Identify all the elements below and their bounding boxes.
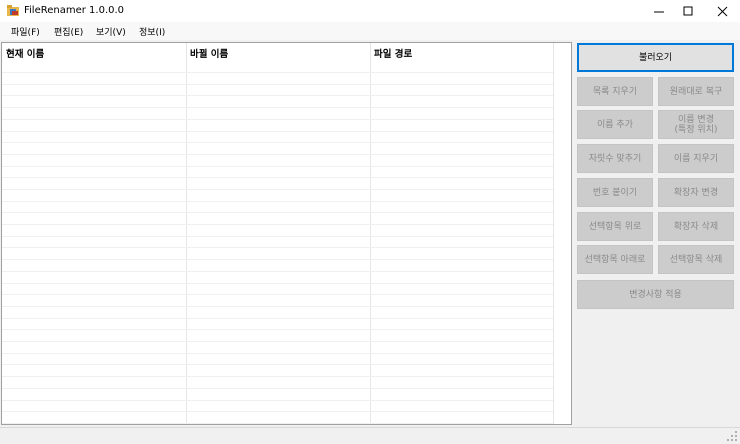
row-gridline	[2, 154, 553, 155]
row-gridline	[2, 318, 553, 319]
row-gridline	[2, 142, 553, 143]
delete-selected-button[interactable]: 선택항목 삭제	[658, 245, 734, 274]
pad-digits-button[interactable]: 자릿수 맞추기	[577, 144, 653, 173]
row-gridline	[2, 271, 553, 272]
row-gridline	[2, 423, 553, 424]
row-gridline	[2, 283, 553, 284]
row-gridline	[2, 95, 553, 96]
row-gridline	[2, 411, 553, 412]
row-gridline	[2, 212, 553, 213]
add-name-button[interactable]: 이름 추가	[577, 110, 653, 139]
apply-changes-button[interactable]: 변경사항 적용	[577, 280, 734, 309]
row-gridline	[2, 388, 553, 389]
column-file-path[interactable]: 파일 경로	[370, 43, 554, 61]
app-folder-icon	[7, 5, 19, 16]
menu-bar: 파일(F) 편집(E) 보기(V) 정보(I)	[0, 22, 740, 40]
change-extension-button[interactable]: 확장자 변경	[658, 178, 734, 207]
maximize-icon	[683, 6, 692, 15]
column-separator	[553, 43, 554, 424]
window-title: FileRenamer 1.0.0.0	[24, 5, 125, 16]
minimize-icon	[653, 11, 664, 12]
row-gridline	[2, 329, 553, 330]
row-gridline	[2, 376, 553, 377]
file-list[interactable]: 현재 이름 바뀔 이름 파일 경로	[1, 42, 572, 425]
row-gridline	[2, 166, 553, 167]
row-gridline	[2, 247, 553, 248]
title-bar[interactable]: FileRenamer 1.0.0.0	[0, 0, 740, 22]
row-gridline	[2, 353, 553, 354]
resize-grip-icon[interactable]	[727, 431, 737, 441]
delete-extension-button[interactable]: 확장자 삭제	[658, 212, 734, 241]
row-gridline	[2, 236, 553, 237]
column-separator	[370, 43, 371, 424]
close-button[interactable]	[705, 0, 739, 22]
row-gridline	[2, 259, 553, 260]
row-gridline	[2, 341, 553, 342]
row-gridline	[2, 189, 553, 190]
rename-position-button[interactable]: 이름 변경 (특정 위치)	[658, 110, 734, 139]
close-icon	[717, 6, 727, 16]
row-gridline	[2, 201, 553, 202]
load-button[interactable]: 불러오기	[577, 43, 734, 72]
row-gridline	[2, 72, 553, 73]
row-gridline	[2, 119, 553, 120]
row-gridline	[2, 131, 553, 132]
menu-info[interactable]: 정보(I)	[139, 25, 165, 38]
row-gridline	[2, 364, 553, 365]
menu-edit[interactable]: 편집(E)	[54, 25, 83, 38]
maximize-button[interactable]	[671, 0, 705, 22]
restore-button[interactable]: 원래대로 복구	[658, 77, 734, 106]
move-up-button[interactable]: 선택항목 위로	[577, 212, 653, 241]
status-bar	[0, 427, 740, 444]
column-current-name[interactable]: 현재 이름	[2, 43, 186, 61]
clear-list-button[interactable]: 목록 지우기	[577, 77, 653, 106]
delete-name-button[interactable]: 이름 지우기	[658, 144, 734, 173]
menu-view[interactable]: 보기(V)	[96, 25, 126, 38]
row-gridline	[2, 294, 553, 295]
row-gridline	[2, 177, 553, 178]
row-gridline	[2, 306, 553, 307]
row-gridline	[2, 107, 553, 108]
column-separator	[186, 43, 187, 424]
row-gridline	[2, 84, 553, 85]
column-new-name[interactable]: 바뀔 이름	[186, 43, 370, 61]
menu-file[interactable]: 파일(F)	[11, 25, 40, 38]
numbering-button[interactable]: 번호 붙이기	[577, 178, 653, 207]
move-down-button[interactable]: 선택항목 아래로	[577, 245, 653, 274]
row-gridline	[2, 400, 553, 401]
row-gridline	[2, 224, 553, 225]
